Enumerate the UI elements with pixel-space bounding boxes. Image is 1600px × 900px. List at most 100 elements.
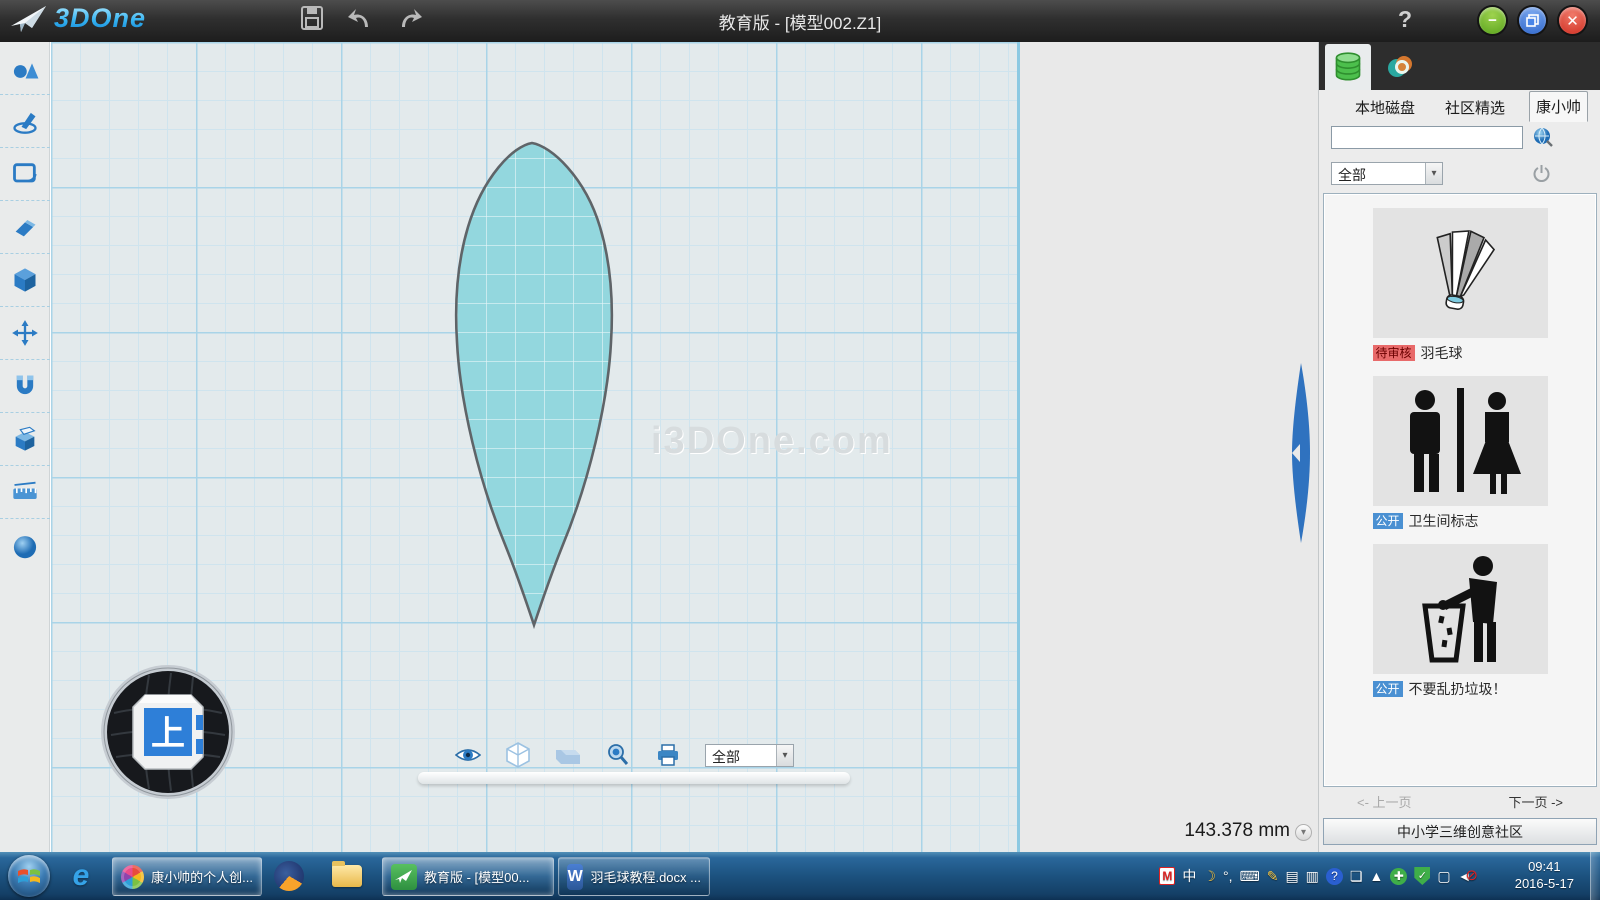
window-title: 教育版 - [模型002.Z1] [0,0,1600,42]
prev-page-button[interactable]: <- 上一页 [1357,792,1412,811]
sketch-edit-tool[interactable] [0,148,50,201]
restroom-sign-image [1373,376,1548,506]
firefox-icon [274,861,304,891]
taskbar-item-label: 教育版 - [模型00... [424,867,529,886]
maxthon-icon[interactable]: M [1159,867,1175,885]
eraser-tool[interactable] [0,201,50,254]
measurement-readout: 143.378 mm [1060,820,1290,842]
search-globe-icon[interactable] [1533,127,1553,152]
move-arrows-icon [11,319,39,347]
windows-flag-icon [17,865,41,887]
assembly-tool[interactable] [0,413,50,466]
bottom-panel-handle[interactable] [418,772,850,784]
view-cube[interactable]: 上 [99,663,237,801]
start-button[interactable] [8,855,50,897]
database-icon [1334,52,1362,82]
sketch-edit-icon [11,160,39,188]
library-panel-header [1319,42,1600,90]
teardrop-sketch[interactable] [456,143,612,625]
sketch-tool[interactable] [0,95,50,148]
help-tray-icon[interactable]: ? [1326,868,1343,885]
primitives-tool[interactable] [0,42,50,95]
measurement-dropdown-button[interactable]: ▾ [1295,824,1312,841]
community-logo-icon [1385,52,1415,82]
ime-keyboard-icon[interactable]: ⌨ [1239,868,1259,884]
library-panel: 本地磁盘 社区精选 康小帅 全部 ▾ [1318,42,1600,852]
doc-search-icon[interactable]: ▤ [1285,868,1298,884]
taskbar-item-browser[interactable]: 康小帅的个人创... [112,857,262,896]
watermark: i3DOne.com [651,420,893,463]
app-window: 3DOne 教育版 - [模型002.Z1] ? − [0,0,1600,900]
shield-icon[interactable]: ✓ [1414,867,1430,885]
word-icon: W [567,864,583,890]
antivirus-plus-icon[interactable]: ✚ [1390,868,1407,885]
measure-tool[interactable] [0,466,50,519]
shaded-view-button[interactable] [555,743,581,767]
bottom-toolbar: 全部 ▾ [455,740,875,770]
zoom-view-button[interactable] [605,743,631,767]
taskbar-clock[interactable]: 09:41 2016-5-17 [1515,858,1574,892]
tab-community-featured[interactable]: 社区精选 [1439,93,1511,122]
tab-local-disk[interactable]: 本地磁盘 [1349,93,1421,122]
tab-community-library[interactable] [1377,44,1423,90]
windows-taskbar: e 康小帅的个人创... 教育版 - [模型00... W 羽毛球教程.docx… [0,852,1600,900]
taskbar-item-word[interactable]: W 羽毛球教程.docx ... [558,857,710,896]
tab-local-library[interactable] [1325,44,1371,90]
no-litter-sign-image [1373,544,1548,674]
display-filter-value: 全部 [706,745,776,766]
sogou-brush-icon[interactable]: ✎ [1267,868,1279,884]
network-icon[interactable]: ▢ [1437,868,1450,884]
clock-date: 2016-5-17 [1515,875,1574,892]
maximize-button[interactable] [1519,7,1546,34]
next-page-button[interactable]: 下一页 -> [1508,792,1563,811]
tab-user-models[interactable]: 康小帅 [1529,91,1588,122]
snap-tool[interactable] [0,360,50,413]
category-filter-select[interactable]: 全部 ▾ [1331,162,1443,185]
feature-modeling-tool[interactable] [0,254,50,307]
ime-symbol-icon[interactable]: °, [1223,868,1233,884]
magnet-icon [11,372,39,400]
close-button[interactable]: ✕ [1559,7,1586,34]
clock-time: 09:41 [1515,858,1574,875]
restore-windows-icon [1526,14,1539,27]
folder-icon [332,865,362,887]
model-name: 不要乱扔垃圾！ [1409,679,1507,699]
community-site-button[interactable]: 中小学三维创意社区 [1323,818,1597,845]
chevron-down-icon: ▾ [776,745,793,766]
model-list: 待审核 羽毛球 [1323,193,1597,787]
help-button[interactable]: ? [1398,6,1412,33]
search-input[interactable] [1331,126,1523,149]
panel-collapse-handle[interactable] [1291,362,1311,549]
move-tool[interactable] [0,307,50,360]
left-toolbar [0,42,50,852]
render-tool[interactable] [0,519,50,572]
sphere-icon [11,532,39,560]
visibility-eye-button[interactable] [455,743,481,767]
model-card-badminton[interactable]: 待审核 羽毛球 [1373,208,1548,362]
system-tray: M 中 ☽ °, ⌨ ✎ ▤ ▥ ? ❏ ▲ ✚ ✓ ▢ ◄ ⊘ [1159,852,1478,900]
ie-icon: e [73,859,90,893]
browser-pinwheel-icon [121,865,144,889]
power-refresh-icon[interactable] [1533,164,1550,187]
display-filter-select[interactable]: 全部 ▾ [705,744,794,767]
sogou-moon-icon[interactable]: ☽ [1203,868,1216,884]
model-card-restroom[interactable]: 公开 卫生间标志 [1373,376,1548,530]
show-desktop-button[interactable] [1590,852,1600,900]
file-explorer-launcher[interactable] [328,858,366,894]
minimize-button[interactable]: − [1479,7,1506,34]
status-badge: 公开 [1373,513,1403,529]
doc-edit-icon[interactable]: ▥ [1306,868,1319,884]
firefox-launcher[interactable] [270,858,308,894]
hidden-icons-arrow[interactable]: ▲ [1369,868,1383,884]
3done-app-icon [391,864,417,890]
model-card-litter[interactable]: 公开 不要乱扔垃圾！ [1373,544,1548,698]
wireframe-view-button[interactable] [505,743,531,767]
window-restore-icon[interactable]: ❏ [1350,868,1363,884]
library-tabs: 本地磁盘 社区精选 康小帅 [1319,90,1600,122]
view-cube-face-label: 上 [151,715,185,753]
ime-chinese-icon[interactable]: 中 [1182,868,1196,884]
taskbar-item-3done[interactable]: 教育版 - [模型00... [382,857,554,896]
primitives-icon [11,54,39,82]
print-button[interactable] [655,743,681,767]
internet-explorer-launcher[interactable]: e [62,858,100,894]
